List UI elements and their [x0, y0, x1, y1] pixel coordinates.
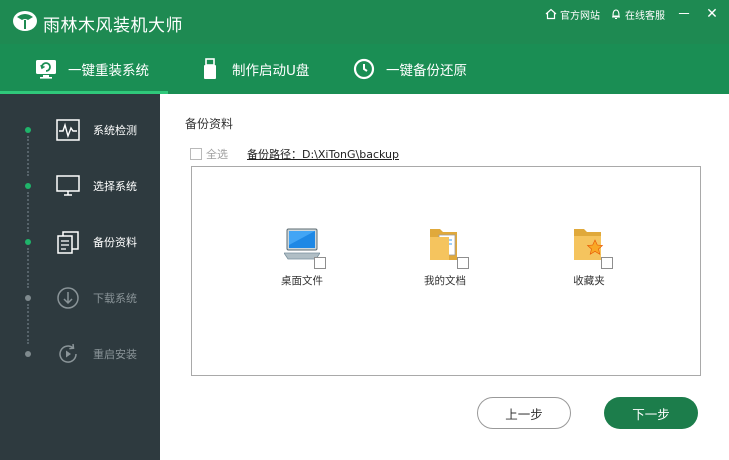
tab-one-click-reinstall[interactable]: 一键重装系统 [0, 44, 168, 94]
online-service-label: 在线客服 [625, 10, 665, 22]
home-icon [545, 8, 557, 20]
monitor-icon [56, 175, 80, 196]
step-dot [25, 183, 31, 189]
close-button[interactable]: ✕ [703, 6, 721, 22]
select-all-checkbox[interactable] [190, 148, 202, 160]
step-restart-install[interactable]: 重启安装 [0, 339, 160, 369]
step-system-check[interactable]: 系统检测 [0, 115, 160, 145]
service-bell-icon [612, 9, 620, 20]
tab-label: 一键重装系统 [68, 63, 149, 79]
tab-make-usb[interactable]: 制作启动U盘 [198, 44, 309, 94]
download-icon [57, 287, 79, 309]
previous-step-button[interactable]: 上一步 [477, 397, 571, 429]
logo-icon [13, 11, 37, 31]
backup-path-link[interactable]: 备份路径：D:\XiTonG\backup [247, 146, 399, 162]
official-site-label: 官方网站 [560, 10, 600, 22]
step-label: 选择系统 [93, 180, 137, 193]
titlebar-actions: 官方网站 在线客服 － ✕ [545, 4, 721, 24]
step-backup-data[interactable]: 备份资料 [0, 227, 160, 257]
item-label: 我的文档 [424, 275, 466, 287]
item-picture [425, 223, 469, 269]
next-step-button[interactable]: 下一步 [604, 397, 698, 429]
backup-restore-icon [353, 58, 375, 80]
copy-documents-icon [57, 231, 79, 254]
steps-sidebar: 系统检测 选择系统 备份资料 下载系统 重启安装 [0, 94, 160, 460]
item-checkbox[interactable] [314, 257, 326, 269]
backup-item-desktop[interactable]: 桌面文件 [257, 223, 347, 288]
step-dot [25, 239, 31, 245]
minimize-button[interactable]: － [675, 4, 693, 24]
step-label: 重启安装 [93, 348, 137, 361]
step-download-system[interactable]: 下载系统 [0, 283, 160, 313]
item-checkbox[interactable] [601, 257, 613, 269]
item-label: 桌面文件 [281, 275, 323, 287]
tab-label: 制作启动U盘 [232, 63, 310, 79]
usb-drive-icon [204, 58, 216, 79]
select-row: 全选 备份路径：D:\XiTonG\backup [190, 146, 399, 162]
step-dot [25, 295, 31, 301]
step-select-system[interactable]: 选择系统 [0, 171, 160, 201]
backup-item-favorites[interactable]: 收藏夹 [544, 223, 634, 288]
tab-backup-restore[interactable]: 一键备份还原 [352, 44, 467, 94]
tab-label: 一键备份还原 [386, 63, 467, 79]
item-picture [569, 223, 613, 269]
backup-items-panel: 桌面文件 我的文档 收藏夹 [191, 166, 701, 376]
section-title: 备份资料 [185, 117, 234, 131]
item-label: 收藏夹 [573, 275, 605, 287]
select-all-label[interactable]: 全选 [206, 146, 228, 162]
app-title: 雨林木风装机大师 [43, 16, 183, 36]
item-checkbox[interactable] [457, 257, 469, 269]
step-dot [25, 351, 31, 357]
step-label: 备份资料 [93, 236, 137, 249]
reinstall-monitor-icon [36, 60, 56, 79]
restart-icon [59, 343, 77, 363]
heartbeat-monitor-icon [56, 119, 80, 141]
step-label: 下载系统 [93, 292, 137, 305]
title-bar: 雨林木风装机大师 官方网站 在线客服 － ✕ [0, 0, 729, 44]
item-picture [282, 223, 326, 269]
tab-bar: 一键重装系统 制作启动U盘 一键备份还原 [0, 44, 729, 94]
step-dot [25, 127, 31, 133]
official-site-link[interactable]: 官方网站 [545, 7, 600, 22]
online-service-link[interactable]: 在线客服 [610, 7, 665, 22]
backup-item-documents[interactable]: 我的文档 [400, 223, 490, 288]
step-label: 系统检测 [93, 124, 137, 137]
